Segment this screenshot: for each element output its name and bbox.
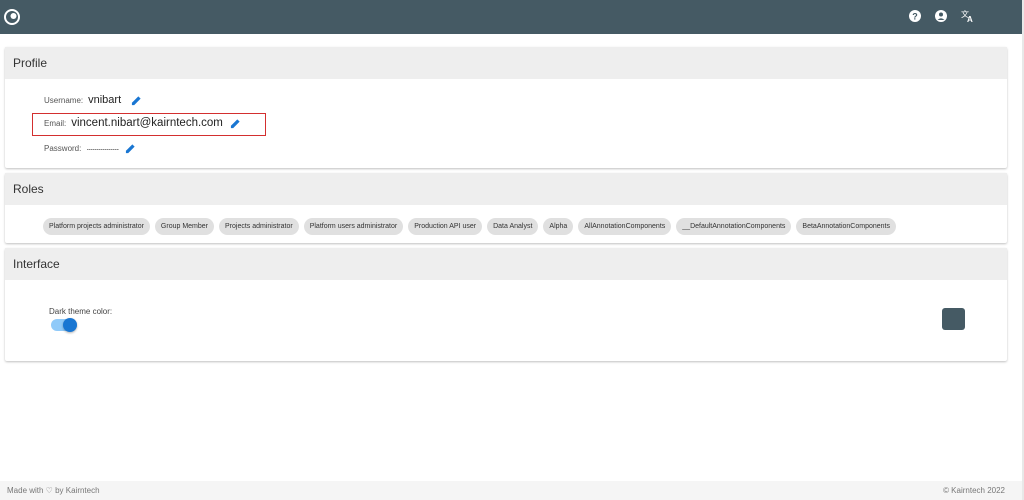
edit-username-pencil-icon[interactable] [131, 95, 142, 106]
role-chip[interactable]: Group Member [154, 218, 214, 235]
password-row: Password: ················ [44, 143, 136, 154]
username-row: Username: vnibart [44, 94, 142, 106]
role-chip[interactable]: __DefaultAnnotationComponents [676, 218, 792, 235]
role-chip[interactable]: Projects administrator [219, 218, 299, 235]
svg-text:?: ? [912, 12, 918, 22]
role-chip[interactable]: Alpha [543, 218, 574, 235]
email-label: Email: [44, 118, 67, 128]
eye-logo-icon[interactable] [4, 9, 20, 25]
roles-card-title: Roles [5, 173, 1007, 205]
interface-card: Interface Dark theme color: [5, 248, 1007, 361]
password-value: ················ [86, 143, 119, 154]
footer-credit: Made with ♡ by Kairntech [7, 486, 100, 495]
dark-theme-label: Dark theme color: [49, 307, 113, 316]
edit-email-pencil-icon[interactable] [230, 118, 241, 129]
email-row: Email: vincent.nibart@kairntech.com [44, 117, 241, 129]
role-chip[interactable]: Platform projects administrator [43, 218, 150, 235]
roles-chip-list: Platform projects administrator Group Me… [43, 218, 896, 235]
role-chip[interactable]: AllAnnotationComponents [578, 218, 672, 235]
profile-card: Profile Username: vnibart Email: vincent… [5, 47, 1007, 168]
username-label: Username: [44, 95, 84, 105]
roles-card: Roles Platform projects administrator Gr… [5, 173, 1007, 243]
footer-copyright: © Kairntech 2022 [943, 486, 1005, 495]
help-icon[interactable]: ? [908, 9, 922, 23]
dark-theme-toggle[interactable] [51, 318, 77, 332]
interface-card-title: Interface [5, 248, 1007, 280]
role-chip[interactable]: Platform users administrator [303, 218, 404, 235]
svg-text:A: A [967, 15, 973, 23]
translate-icon[interactable]: 文 A [960, 9, 974, 24]
profile-card-title: Profile [5, 47, 1007, 79]
theme-color-swatch[interactable] [942, 308, 965, 330]
role-chip[interactable]: BetaAnnotationComponents [796, 218, 896, 235]
role-chip[interactable]: Data Analyst [487, 218, 539, 235]
account-icon[interactable] [934, 9, 948, 23]
edit-password-pencil-icon[interactable] [125, 143, 136, 154]
email-value: vincent.nibart@kairntech.com [71, 117, 223, 129]
footer: Made with ♡ by Kairntech © Kairntech 202… [0, 481, 1022, 500]
top-app-bar: ? 文 A [0, 0, 1022, 34]
username-value: vnibart [88, 94, 122, 106]
role-chip[interactable]: Production API user [408, 218, 483, 235]
toggle-knob [63, 318, 77, 332]
password-label: Password: [44, 144, 82, 153]
